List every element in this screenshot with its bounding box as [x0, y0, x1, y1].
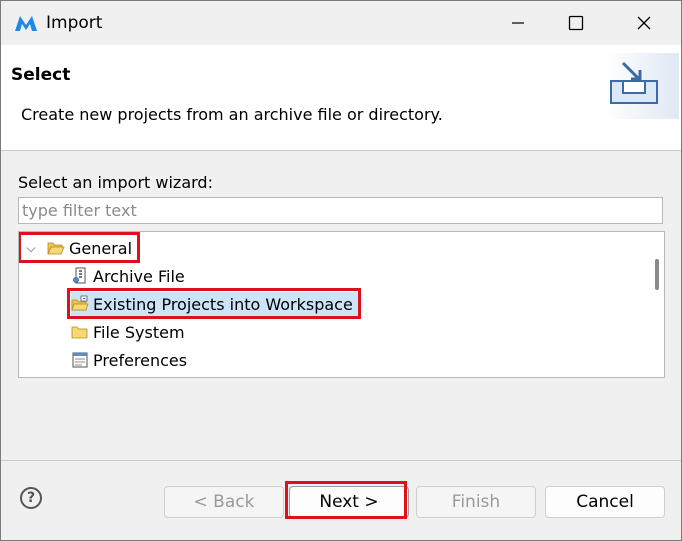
wizard-label: Select an import wizard: [18, 173, 213, 192]
tree-item-label: File System [93, 322, 185, 342]
finish-button[interactable]: Finish [416, 486, 536, 518]
filter-input[interactable] [18, 197, 663, 224]
archive-file-icon [73, 267, 86, 284]
maximize-icon [568, 15, 584, 31]
title-bar: Import [1, 1, 681, 45]
tree-item-preferences[interactable]: Preferences [71, 348, 187, 372]
tree-item-label: Archive File [93, 266, 185, 286]
window-title: Import [46, 13, 103, 33]
tree-item-label: General [69, 238, 133, 258]
next-button[interactable]: Next > [289, 486, 409, 518]
cancel-button[interactable]: Cancel [545, 486, 665, 518]
tree-item-label: Existing Projects into Workspace [93, 294, 353, 314]
page-description: Create new projects from an archive file… [21, 105, 443, 124]
page-title: Select [11, 65, 71, 85]
eclipse-m-logo-icon [15, 16, 37, 31]
tree-scrollbar[interactable] [649, 233, 663, 376]
scrollbar-thumb[interactable] [655, 259, 659, 290]
tree-item-existing-projects[interactable]: Existing Projects into Workspace [71, 292, 359, 316]
import-wizard-banner-icon [605, 53, 679, 119]
chevron-down-icon[interactable]: ⌵ [23, 241, 39, 256]
minimize-icon [512, 22, 524, 24]
footer-divider [1, 460, 681, 461]
wizard-tree: ⌵ General Archive File Existing Projects… [18, 231, 665, 378]
tree-item-general[interactable]: ⌵ General [23, 236, 132, 260]
tree-item-archive-file[interactable]: Archive File [71, 264, 185, 288]
back-button[interactable]: < Back [164, 486, 284, 518]
existing-projects-icon [71, 295, 89, 311]
close-button[interactable] [615, 1, 673, 45]
help-icon[interactable]: ? [20, 487, 42, 509]
minimize-button[interactable] [489, 1, 547, 45]
maximize-button[interactable] [547, 1, 605, 45]
preferences-icon [72, 352, 88, 368]
open-folder-icon [47, 242, 65, 255]
import-dialog: Import Select Create new projects from a… [0, 0, 682, 541]
folder-icon [71, 326, 88, 339]
tree-item-file-system[interactable]: File System [71, 320, 185, 344]
tree-item-label: Preferences [93, 350, 188, 370]
wizard-header: Select Create new projects from an archi… [1, 45, 681, 151]
close-icon [637, 16, 651, 30]
